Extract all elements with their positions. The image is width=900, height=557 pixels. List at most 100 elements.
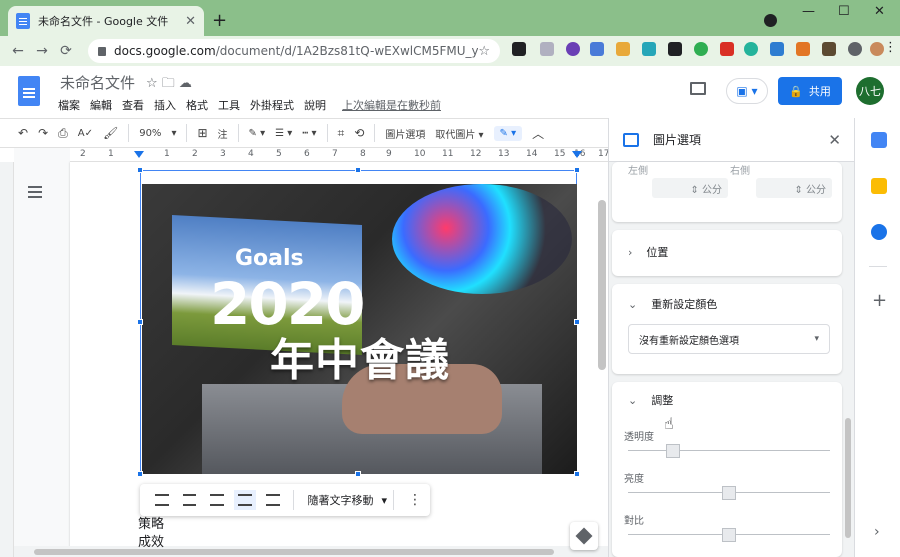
crop-icon[interactable]: ⌗ [338,126,345,141]
account-avatar[interactable]: 八七 [856,77,884,105]
menu-format[interactable]: 格式 [186,97,208,113]
extension-icon[interactable] [668,42,682,56]
paint-format-icon[interactable]: 🖌 [103,126,118,140]
menu-addons[interactable]: 外掛程式 [250,97,294,113]
keep-icon[interactable] [871,178,887,194]
slider-knob[interactable] [666,444,680,458]
comment-history-icon[interactable] [690,82,706,95]
new-tab-button[interactable]: + [212,10,227,31]
resize-handle[interactable] [137,167,143,173]
explore-button[interactable] [570,522,598,550]
collapse-icon[interactable]: ︿ [532,125,544,142]
image-options-button[interactable]: 圖片選項 [385,126,425,141]
extension-icon[interactable] [744,42,758,56]
profile-avatar-icon[interactable] [870,42,884,56]
more-options-icon[interactable]: ⋮ [408,492,422,508]
adjust-header[interactable]: ⌄ 調整 [628,392,673,408]
add-comment-icon[interactable]: ⊞ [197,126,207,140]
menu-help[interactable]: 說明 [304,97,326,113]
translate-extension-icon[interactable] [590,42,604,56]
extension-icon[interactable] [694,42,708,56]
border-color-icon[interactable]: ✎ ▾ [249,128,266,139]
break-text-icon[interactable] [210,494,225,506]
close-icon[interactable]: ✕ [828,131,841,149]
browser-tab[interactable]: 未命名文件 - Google 文件 ✕ [8,6,204,36]
left-size-input[interactable]: ⇕ 公分 [652,178,728,198]
extension-icon[interactable] [642,42,656,56]
browser-menu-icon[interactable]: ⋮ [884,40,897,55]
body-text[interactable]: 策略 成效 [138,516,164,552]
title-icons[interactable]: ☆ 🗀 ☁ [146,74,192,96]
recolor-select[interactable]: 沒有重新設定顏色選項 ▾ [628,324,830,354]
resize-handle[interactable] [137,319,143,325]
move-with-text-select[interactable]: 隨著文字移動 [308,492,374,508]
menu-edit[interactable]: 編輯 [90,97,112,113]
expand-panel-icon[interactable]: › [874,524,880,540]
resize-handle[interactable] [355,167,361,173]
editing-mode-button[interactable]: ✎ ▾ [493,125,523,141]
extension-icon[interactable] [566,42,580,56]
brightness-slider[interactable] [628,486,830,500]
resize-handle[interactable] [574,471,580,477]
document-title[interactable]: 未命名文件 [60,72,135,93]
wrap-text-icon[interactable] [182,494,197,506]
horizontal-scrollbar[interactable] [14,546,608,557]
maximize-button[interactable]: ☐ [838,4,850,19]
back-button[interactable]: ← [6,43,30,59]
slider-knob[interactable] [722,486,736,500]
undo-icon[interactable]: ↶ [18,126,28,140]
extension-icon[interactable] [616,42,630,56]
share-button[interactable]: 🔒 共用 [778,77,842,105]
in-front-of-text-icon[interactable] [265,494,280,506]
extensions-puzzle-icon[interactable] [848,42,862,56]
scroll-thumb[interactable] [34,549,554,555]
address-bar[interactable]: docs.google.com/document/d/1A2Bzs81tQ-wE… [88,39,500,63]
recolor-header[interactable]: ⌄ 重新設定顏色 [628,296,717,312]
redo-icon[interactable]: ↷ [38,126,48,140]
zoom-select[interactable]: 90% [139,128,161,139]
resize-handle[interactable] [574,319,580,325]
right-indent-marker[interactable] [572,151,582,158]
border-weight-icon[interactable]: ☰ ▾ [275,128,292,139]
tab-close-icon[interactable]: ✕ [185,14,196,29]
chevron-down-icon[interactable]: ▾ [171,128,176,139]
border-dash-icon[interactable]: ┅ ▾ [302,128,316,139]
print-icon[interactable]: ⎙ [58,126,68,141]
extension-icon[interactable] [720,42,734,56]
extension-icon[interactable] [822,42,836,56]
menu-view[interactable]: 查看 [122,97,144,113]
document-outline-icon[interactable] [28,186,42,198]
menu-file[interactable]: 檔案 [58,97,80,113]
comment-label[interactable]: 注 [218,126,228,141]
close-window-button[interactable]: ✕ [874,4,885,19]
contrast-slider[interactable] [628,528,830,542]
present-button[interactable]: ▣ ▾ [726,78,768,104]
replace-image-button[interactable]: 取代圖片 ▾ [435,126,483,141]
horizontal-ruler[interactable]: 2 1 1 2 3 4 5 6 7 8 9 10 11 12 13 14 15 … [70,148,610,162]
selected-image[interactable]: Goals 2020 年中會議 [140,170,577,474]
menu-tools[interactable]: 工具 [218,97,240,113]
calendar-icon[interactable] [871,132,887,148]
document-scrollbar[interactable] [598,200,606,370]
resize-handle[interactable] [137,471,143,477]
reset-image-icon[interactable]: ⟲ [354,126,364,140]
extension-icon[interactable] [512,42,526,56]
menu-insert[interactable]: 插入 [154,97,176,113]
add-addon-icon[interactable]: + [872,290,887,311]
resize-handle[interactable] [574,167,580,173]
spellcheck-icon[interactable]: A✓ [78,128,93,139]
bookmark-star-icon[interactable]: ☆ [478,44,490,59]
slider-knob[interactable] [722,528,736,542]
inline-wrap-icon[interactable] [155,494,169,506]
right-size-input[interactable]: ⇕ 公分 [756,178,832,198]
panel-scrollbar[interactable] [845,418,851,538]
last-edit-link[interactable]: 上次編輯是在數秒前 [342,97,441,113]
position-section[interactable]: › 位置 [612,230,842,276]
extension-icon[interactable] [770,42,784,56]
tasks-icon[interactable] [871,224,887,240]
reload-button[interactable]: ⟳ [54,43,78,59]
tab-search-icon[interactable] [764,14,777,27]
minimize-button[interactable]: — [802,4,815,19]
behind-text-icon[interactable] [234,490,256,510]
extension-icon[interactable] [540,42,554,56]
